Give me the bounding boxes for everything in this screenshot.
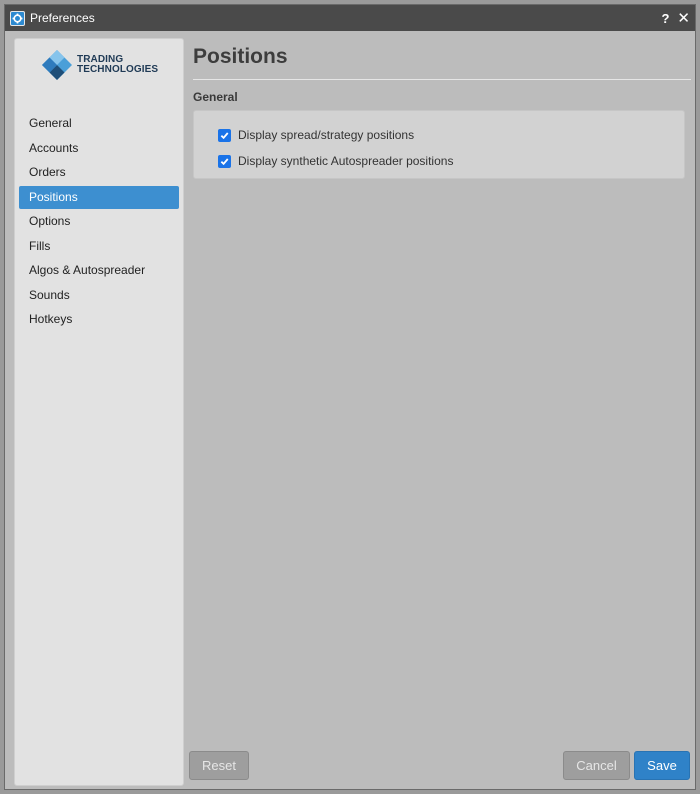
title-actions: ? ✕ [661, 11, 690, 26]
reset-button[interactable]: Reset [189, 751, 249, 780]
preferences-window: Preferences ? ✕ TRADING TECHNOLOGIES Gen… [4, 4, 696, 790]
sidebar-nav: General Accounts Orders Positions Option… [19, 112, 179, 333]
logo-diamond-icon [42, 50, 72, 80]
checkbox-checked-icon[interactable] [218, 128, 231, 142]
close-icon[interactable]: ✕ [677, 11, 690, 26]
main-content: Positions General Display spread/strateg… [189, 31, 695, 789]
general-section-panel: Display spread/strategy positions Displa… [193, 110, 685, 179]
trading-technologies-logo: TRADING TECHNOLOGIES [41, 49, 158, 81]
sidebar-item-algos-autospreader[interactable]: Algos & Autospreader [19, 259, 179, 282]
cancel-button[interactable]: Cancel [563, 751, 630, 780]
sidebar-item-hotkeys[interactable]: Hotkeys [19, 308, 179, 331]
sidebar-item-general[interactable]: General [19, 112, 179, 135]
app-gear-icon [10, 10, 25, 26]
sidebar-item-orders[interactable]: Orders [19, 161, 179, 184]
option-synthetic-autospreader-positions[interactable]: Display synthetic Autospreader positions [218, 154, 453, 168]
window-title: Preferences [30, 11, 95, 25]
option-label: Display synthetic Autospreader positions [238, 154, 454, 168]
save-button[interactable]: Save [634, 751, 690, 780]
logo-wordmark: TRADING TECHNOLOGIES [77, 55, 158, 75]
sidebar-item-accounts[interactable]: Accounts [19, 137, 179, 160]
logo-line-2: TECHNOLOGIES [77, 64, 159, 75]
title-bar: Preferences ? ✕ [5, 5, 695, 31]
sidebar-item-fills[interactable]: Fills [19, 235, 179, 258]
sidebar-item-positions[interactable]: Positions [19, 185, 179, 209]
page-title: Positions [193, 45, 288, 68]
help-icon[interactable]: ? [661, 11, 669, 26]
checkbox-checked-icon[interactable] [218, 154, 231, 168]
option-spread-strategy-positions[interactable]: Display spread/strategy positions [218, 128, 414, 142]
sidebar-item-sounds[interactable]: Sounds [19, 284, 179, 307]
sidebar: TRADING TECHNOLOGIES General Accounts Or… [14, 38, 184, 786]
option-label: Display spread/strategy positions [238, 128, 415, 142]
sidebar-item-options[interactable]: Options [19, 210, 179, 233]
section-label: General [193, 90, 238, 104]
title-divider [193, 79, 691, 80]
